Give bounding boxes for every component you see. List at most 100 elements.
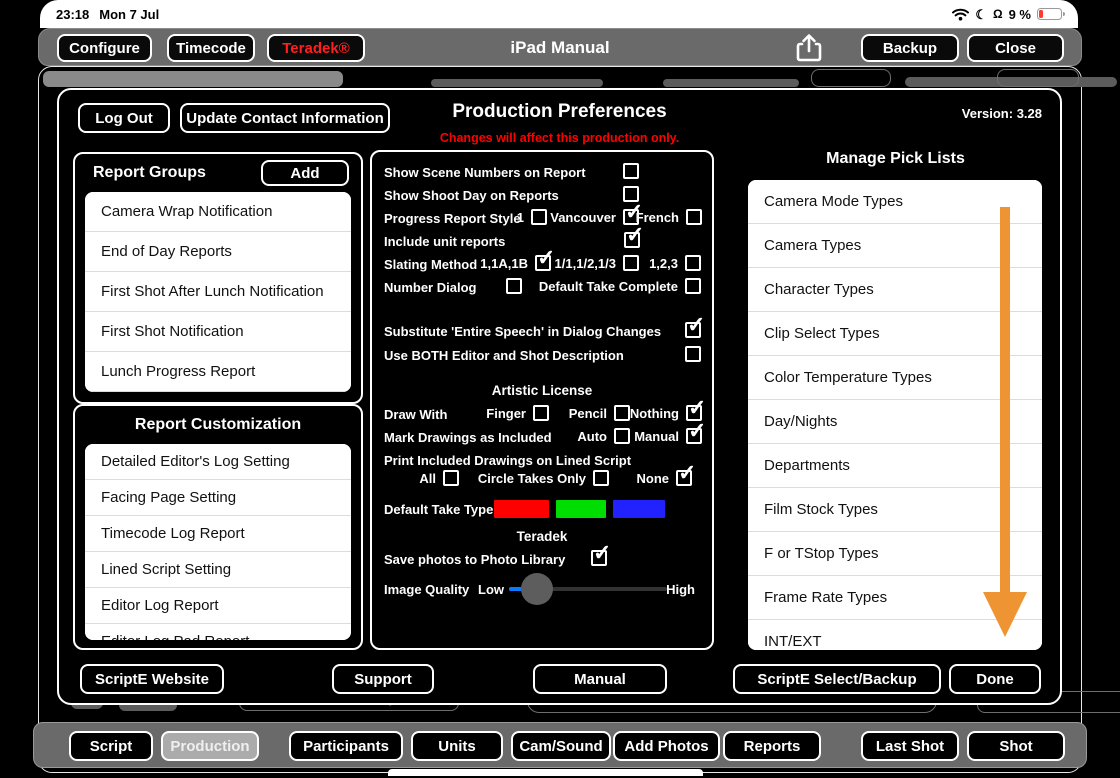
backup-button[interactable]: Backup <box>861 34 959 62</box>
checkbox-draw-finger[interactable] <box>533 405 549 421</box>
take-type-red-swatch[interactable] <box>494 500 549 518</box>
report-customization-item[interactable]: Editor Log Report <box>85 588 351 624</box>
checkbox-print-circle-takes[interactable] <box>593 470 609 486</box>
background-fragment <box>811 69 891 87</box>
pick-list-item[interactable]: Color Temperature Types <box>748 356 1042 400</box>
report-customization-item[interactable]: Lined Script Setting <box>85 552 351 588</box>
report-customization-item[interactable]: Facing Page Setting <box>85 480 351 516</box>
checkbox-mark-manual[interactable] <box>686 418 706 444</box>
pick-list-item[interactable]: Character Types <box>748 268 1042 312</box>
setting-label: Print Included Drawings on Lined Script <box>384 453 632 468</box>
setting-label: Image Quality <box>384 582 470 597</box>
close-button[interactable]: Close <box>967 34 1064 62</box>
pick-list-item[interactable]: Frame Rate Types <box>748 576 1042 620</box>
pick-list-item[interactable]: Camera Types <box>748 224 1042 268</box>
report-customization-item[interactable]: Detailed Editor's Log Setting <box>85 444 351 480</box>
image-quality-low-label: Low <box>478 582 504 597</box>
teradek-section-title: Teradek <box>516 529 568 544</box>
setting-label: Default Take Type <box>384 502 494 517</box>
checkbox-slating-1-1a-1b[interactable] <box>535 245 555 271</box>
checkbox-print-all[interactable] <box>443 470 459 486</box>
tab-add-photos[interactable]: Add Photos <box>613 731 720 761</box>
image-quality-high-label: High <box>666 582 695 597</box>
checkbox-default-take-complete[interactable] <box>685 278 701 294</box>
checkbox-draw-pencil[interactable] <box>614 405 630 421</box>
tab-units[interactable]: Units <box>411 731 503 761</box>
checkbox-number-dialog[interactable] <box>506 278 522 294</box>
report-group-item[interactable]: End of Day Reports <box>85 232 351 272</box>
setting-label: Save photos to Photo Library <box>384 552 566 567</box>
checkbox-include-unit-reports[interactable] <box>624 222 644 248</box>
checkbox-slating-fractions[interactable] <box>623 255 639 271</box>
bottom-toolbar: Script Production Participants Units Cam… <box>33 722 1087 768</box>
take-type-blue-swatch[interactable] <box>613 500 665 518</box>
pick-list-item[interactable]: Clip Select Types <box>748 312 1042 356</box>
checkbox-show-scene-numbers[interactable] <box>623 163 639 179</box>
checkbox-mark-auto[interactable] <box>614 428 630 444</box>
checkbox-style-french[interactable] <box>686 209 702 225</box>
setting-label: Progress Report Style <box>384 211 521 226</box>
add-report-group-button[interactable]: Add <box>261 160 349 186</box>
done-button[interactable]: Done <box>949 664 1041 694</box>
manual-button[interactable]: Manual <box>533 664 667 694</box>
take-type-green-swatch[interactable] <box>556 500 606 518</box>
scripte-website-button[interactable]: ScriptE Website <box>80 664 224 694</box>
report-customization-title: Report Customization <box>134 416 302 433</box>
pick-list-item[interactable]: Camera Mode Types <box>748 180 1042 224</box>
background-fragment <box>663 79 799 87</box>
report-customization-item[interactable]: Editor Log Pad Report <box>85 624 351 640</box>
report-group-item[interactable]: First Shot After Lunch Notification <box>85 272 351 312</box>
share-icon[interactable] <box>796 33 822 63</box>
checkbox-use-both[interactable] <box>685 346 701 362</box>
home-indicator <box>388 769 703 776</box>
checkbox-substitute-entire-speech[interactable] <box>685 312 705 338</box>
dialog-warning: Changes will affect this production only… <box>439 131 680 145</box>
moon-icon: ☾ <box>975 6 987 22</box>
manage-pick-lists-title: Manage Pick Lists <box>826 150 965 167</box>
shot-button[interactable]: Shot <box>967 731 1065 761</box>
last-shot-button[interactable]: Last Shot <box>861 731 959 761</box>
slider-knob[interactable] <box>521 573 554 605</box>
checkbox-save-photos[interactable] <box>591 540 611 566</box>
pick-list-item[interactable]: INT/EXT <box>748 620 1042 650</box>
pick-list-item[interactable]: Film Stock Types <box>748 488 1042 532</box>
background-fragment <box>431 79 603 87</box>
checkbox-slating-1-2-3[interactable] <box>685 255 701 271</box>
setting-label: Slating Method <box>384 257 478 272</box>
headset-icon: Ω <box>992 7 1003 21</box>
pick-list-item[interactable]: F or TStop Types <box>748 532 1042 576</box>
report-customization-item[interactable]: Timecode Log Report <box>85 516 351 552</box>
setting-label: Number Dialog <box>384 280 477 295</box>
report-groups-title: Report Groups <box>93 164 206 181</box>
tab-production[interactable]: Production <box>161 731 259 761</box>
tab-script[interactable]: Script <box>69 731 153 761</box>
tab-participants[interactable]: Participants <box>289 731 403 761</box>
pick-list-item[interactable]: Day/Nights <box>748 400 1042 444</box>
checkbox-style-1[interactable] <box>531 209 547 225</box>
dialog-title: Production Preferences <box>452 101 667 122</box>
background-fragment <box>43 71 343 87</box>
report-groups-panel: Report Groups Add Camera Wrap Notificati… <box>73 152 363 404</box>
status-bar: 23:18 Mon 7 Jul ☾ Ω 9 % <box>40 0 1078 28</box>
tab-cam-sound[interactable]: Cam/Sound <box>511 731 611 761</box>
scripte-select-backup-button[interactable]: ScriptE Select/Backup <box>733 664 941 694</box>
setting-label: Use BOTH Editor and Shot Description <box>384 348 624 363</box>
report-group-item[interactable]: Lunch Progress Report <box>85 352 351 392</box>
pick-list-item[interactable]: Departments <box>748 444 1042 488</box>
report-group-item[interactable]: First Shot Notification <box>85 312 351 352</box>
wifi-icon <box>952 8 970 20</box>
setting-label: Draw With <box>384 407 448 422</box>
status-date: Mon 7 Jul <box>99 6 160 22</box>
support-button[interactable]: Support <box>332 664 434 694</box>
report-group-item[interactable]: Camera Wrap Notification <box>85 192 351 232</box>
checkbox-print-none[interactable] <box>676 460 696 486</box>
production-preferences-dialog: Log Out Update Contact Information Produ… <box>57 88 1062 705</box>
setting-label: Include unit reports <box>384 234 506 249</box>
report-customization-panel: Report Customization Detailed Editor's L… <box>73 404 363 650</box>
battery-icon <box>1037 8 1065 20</box>
settings-panel: Show Scene Numbers on Report Show Shoot … <box>370 150 714 650</box>
image-quality-slider[interactable] <box>509 573 667 605</box>
top-toolbar: Configure Timecode Teradek® iPad Manual … <box>38 28 1082 66</box>
tab-reports[interactable]: Reports <box>723 731 821 761</box>
setting-label: Mark Drawings as Included <box>384 430 552 445</box>
